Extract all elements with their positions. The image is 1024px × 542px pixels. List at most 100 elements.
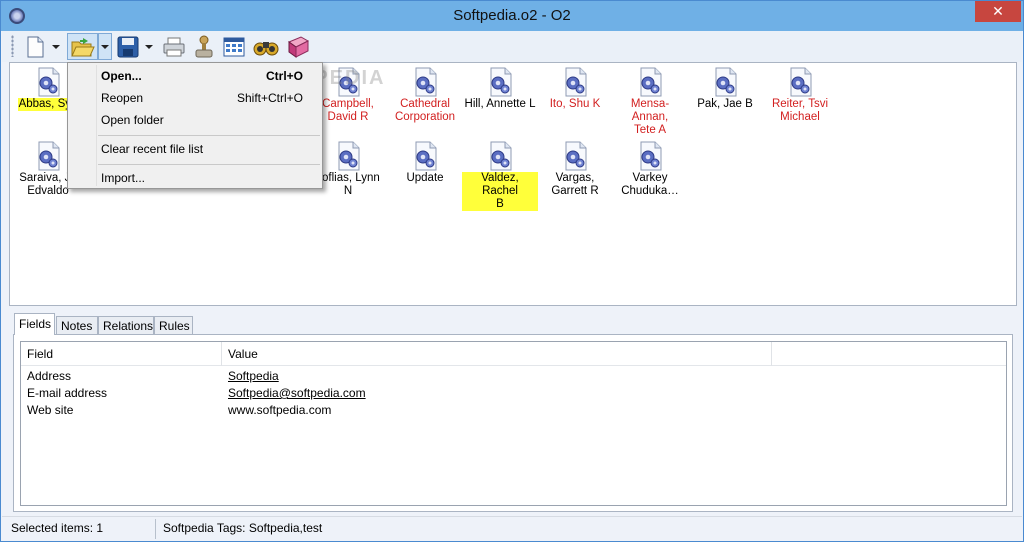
field-name: Address	[27, 369, 72, 383]
open-dropdown-menu: Open... Ctrl+O Reopen Shift+Ctrl+O Open …	[67, 62, 323, 189]
document-gear-icon	[413, 141, 437, 171]
panel-splitter[interactable]	[9, 306, 1017, 311]
file-label-line: Corporation	[394, 111, 456, 123]
file-label: Update	[405, 172, 444, 185]
new-document-button[interactable]	[22, 33, 48, 60]
address-book-button[interactable]	[284, 33, 312, 60]
file-label-line: Garrett R	[551, 185, 599, 197]
printer-icon	[163, 37, 185, 56]
list-item[interactable]: Valdez, Rachel B	[462, 141, 538, 211]
title-bar[interactable]: Softpedia.o2 - O2 ✕	[1, 1, 1023, 31]
toolbar-grip[interactable]	[11, 35, 14, 57]
column-divider[interactable]	[221, 342, 222, 366]
list-item[interactable]: Cathedral Corporation	[387, 67, 463, 124]
document-gear-icon	[36, 67, 60, 97]
table-row[interactable]: Address Softpedia	[21, 368, 1006, 385]
list-item[interactable]: Pak, Jae B	[687, 67, 763, 111]
open-button[interactable]	[67, 33, 98, 60]
document-gear-icon	[638, 141, 662, 171]
main-window: Softpedia.o2 - O2 ✕ Abbas, Sye Campbell,…	[0, 0, 1024, 542]
file-label-line: Reiter, Tsvi	[771, 98, 829, 110]
menu-item-label: Open...	[101, 69, 142, 83]
field-value-link[interactable]: Softpedia	[228, 369, 279, 383]
print-button[interactable]	[161, 33, 187, 60]
window-title: Softpedia.o2 - O2	[453, 7, 571, 24]
chevron-down-icon	[145, 44, 153, 49]
menu-item-import[interactable]: Import...	[68, 167, 322, 189]
document-gear-icon	[488, 141, 512, 171]
save-button[interactable]	[115, 33, 141, 60]
list-item[interactable]: Update	[387, 141, 463, 185]
file-label: Vargas, Garrett R	[550, 172, 599, 198]
list-item[interactable]: Reiter, Tsvi Michael	[762, 67, 838, 124]
file-label-line: Valdez, Rachel	[481, 172, 519, 197]
file-label: Valdez, Rachel B	[462, 172, 538, 211]
file-label: Hill, Annette L	[464, 98, 537, 111]
file-label: Reiter, Tsvi Michael	[771, 98, 829, 124]
menu-item-open[interactable]: Open... Ctrl+O	[68, 65, 322, 87]
document-gear-icon	[36, 141, 60, 171]
file-label: Varkey Chuduka…	[620, 172, 680, 198]
binoculars-icon	[253, 41, 279, 55]
fields-grid[interactable]: Field Value Address Softpedia E-mail add…	[20, 341, 1007, 506]
menu-separator	[98, 135, 320, 136]
fields-panel: Field Value Address Softpedia E-mail add…	[13, 334, 1013, 512]
document-gear-icon	[638, 67, 662, 97]
close-button[interactable]: ✕	[975, 1, 1021, 22]
list-item[interactable]: Mensa-Annan, Tete A	[612, 67, 688, 137]
tab-fields[interactable]: Fields	[14, 313, 55, 335]
joystick-button[interactable]	[191, 33, 217, 60]
tab-rules[interactable]: Rules	[154, 316, 193, 335]
tab-relations[interactable]: Relations	[98, 316, 154, 335]
calendar-grid-icon	[223, 37, 245, 56]
open-dropdown[interactable]	[98, 33, 112, 60]
calendar-button[interactable]	[221, 33, 247, 60]
new-document-dropdown[interactable]	[50, 33, 62, 60]
file-label-line: Chuduka…	[621, 185, 679, 197]
table-row[interactable]: Web site www.softpedia.com	[21, 402, 1006, 419]
grid-header: Field Value	[21, 342, 1006, 366]
column-divider[interactable]	[771, 342, 772, 366]
document-gear-icon	[563, 141, 587, 171]
menu-item-reopen[interactable]: Reopen Shift+Ctrl+O	[68, 87, 322, 109]
list-item[interactable]: Vargas, Garrett R	[537, 141, 613, 198]
list-item[interactable]: Hill, Annette L	[462, 67, 538, 111]
menu-item-open-folder[interactable]: Open folder	[68, 109, 322, 131]
list-item[interactable]: Varkey Chuduka…	[612, 141, 688, 198]
document-gear-icon	[563, 67, 587, 97]
menu-item-label: Reopen	[101, 91, 144, 105]
open-folder-icon	[70, 37, 95, 56]
column-header-field[interactable]: Field	[27, 347, 53, 361]
file-label-line: soflias, Lynn	[316, 172, 380, 184]
table-row[interactable]: E-mail address Softpedia@softpedia.com	[21, 385, 1006, 402]
file-label-line: David R	[327, 111, 369, 123]
menu-item-label: Open folder	[101, 113, 164, 127]
file-label-line: Vargas,	[555, 172, 595, 184]
status-bar: Selected items: 1 Softpedia Tags: Softpe…	[2, 516, 1022, 541]
status-tags: Softpedia Tags: Softpedia,test	[163, 521, 323, 535]
menu-item-clear-recent[interactable]: Clear recent file list	[68, 138, 322, 160]
field-name: E-mail address	[27, 386, 108, 400]
find-button[interactable]	[252, 33, 280, 60]
column-header-value[interactable]: Value	[228, 347, 258, 361]
field-value: www.softpedia.com	[228, 403, 332, 417]
document-gear-icon	[336, 141, 360, 171]
file-label-line: Tete A	[634, 124, 666, 136]
file-label-line: N	[343, 185, 353, 197]
save-disk-icon	[117, 36, 139, 57]
file-label-line: Mensa-Annan,	[630, 98, 670, 123]
menu-item-label: Import...	[101, 171, 146, 185]
address-book-icon	[287, 35, 310, 58]
field-value-link[interactable]: Softpedia@softpedia.com	[228, 386, 366, 400]
document-gear-icon	[413, 67, 437, 97]
tab-notes[interactable]: Notes	[56, 316, 98, 335]
list-item[interactable]: Ito, Shu K	[537, 67, 613, 111]
menu-item-shortcut: Ctrl+O	[265, 69, 303, 83]
file-label-line: Hill, Annette L	[464, 98, 536, 110]
file-label-line: Cathedral	[400, 98, 450, 110]
status-divider	[155, 519, 156, 539]
document-gear-icon	[713, 67, 737, 97]
field-name: Web site	[27, 403, 74, 417]
save-dropdown[interactable]	[143, 33, 155, 60]
status-selected-count: Selected items: 1	[11, 521, 104, 535]
